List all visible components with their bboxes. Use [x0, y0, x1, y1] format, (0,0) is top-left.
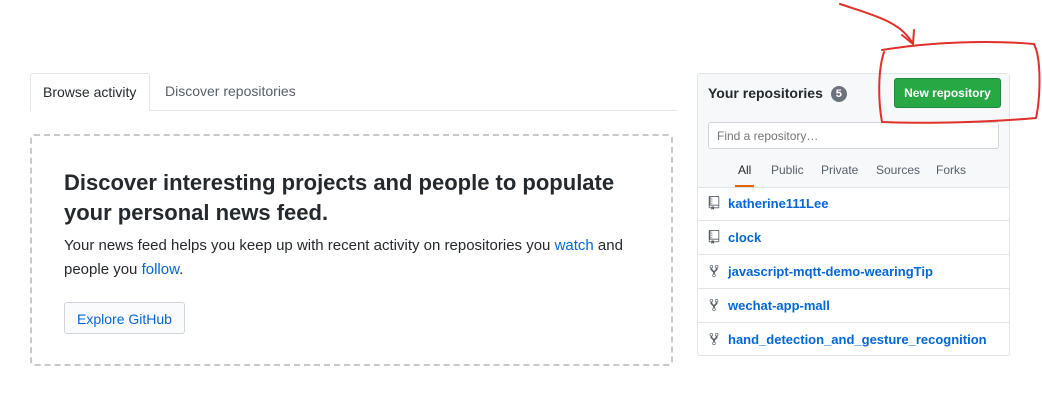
- fork-icon: [709, 264, 719, 278]
- explore-github-button[interactable]: Explore GitHub: [64, 302, 185, 334]
- repository-name[interactable]: hand_detection_and_gesture_recognition: [728, 331, 987, 349]
- discover-text-3: .: [179, 261, 184, 278]
- tab-browse-activity[interactable]: Browse activity: [30, 73, 150, 111]
- repo-icon: [708, 230, 720, 244]
- watch-link[interactable]: watch: [555, 237, 594, 254]
- discover-text-1: Your news feed helps you keep up with re…: [64, 237, 555, 254]
- fork-icon: [709, 298, 719, 312]
- discover-heading: Discover interesting projects and people…: [64, 170, 615, 225]
- repository-filters: All Public Private Sources Forks: [698, 160, 1009, 187]
- find-repository-input[interactable]: [708, 122, 999, 149]
- repository-list-item[interactable]: hand_detection_and_gesture_recognition: [698, 323, 1009, 357]
- your-repositories-panel: Your repositories 5 New repository All P…: [697, 73, 1010, 356]
- filter-all[interactable]: All: [734, 160, 755, 187]
- repositories-count-badge: 5: [830, 86, 847, 102]
- repositories-panel-header: Your repositories 5 New repository All P…: [698, 74, 1009, 188]
- new-repository-button[interactable]: New repository: [894, 78, 1001, 108]
- annotation-arrowhead-icon: [901, 29, 915, 45]
- repository-name[interactable]: clock: [728, 229, 761, 247]
- repository-list-item[interactable]: wechat-app-mall: [698, 289, 1009, 323]
- discover-description: Your news feed helps you keep up with re…: [64, 234, 664, 282]
- repositories-title-text: Your repositories: [708, 85, 823, 101]
- follow-link[interactable]: follow: [142, 261, 180, 278]
- repository-name[interactable]: katherine111Lee: [728, 195, 828, 213]
- repository-name[interactable]: wechat-app-mall: [728, 297, 830, 315]
- filter-sources[interactable]: Sources: [876, 160, 920, 180]
- filter-forks[interactable]: Forks: [936, 160, 966, 180]
- filter-public[interactable]: Public: [771, 160, 804, 180]
- repo-icon: [708, 196, 720, 210]
- repository-name[interactable]: javascript-mqtt-demo-wearingTip: [728, 263, 933, 281]
- repository-list-item[interactable]: katherine111Lee: [698, 187, 1009, 221]
- discover-blankslate: Discover interesting projects and people…: [30, 134, 673, 366]
- news-feed-tabs: Browse activity Discover repositories: [30, 73, 677, 111]
- fork-icon: [709, 332, 719, 346]
- repositories-title: Your repositories 5: [708, 84, 847, 102]
- repository-list-item[interactable]: javascript-mqtt-demo-wearingTip: [698, 255, 1009, 289]
- filter-private[interactable]: Private: [821, 160, 858, 180]
- tab-discover-repositories[interactable]: Discover repositories: [153, 73, 308, 109]
- repository-list-item[interactable]: clock: [698, 221, 1009, 255]
- annotation-arrow-icon: [839, 3, 913, 43]
